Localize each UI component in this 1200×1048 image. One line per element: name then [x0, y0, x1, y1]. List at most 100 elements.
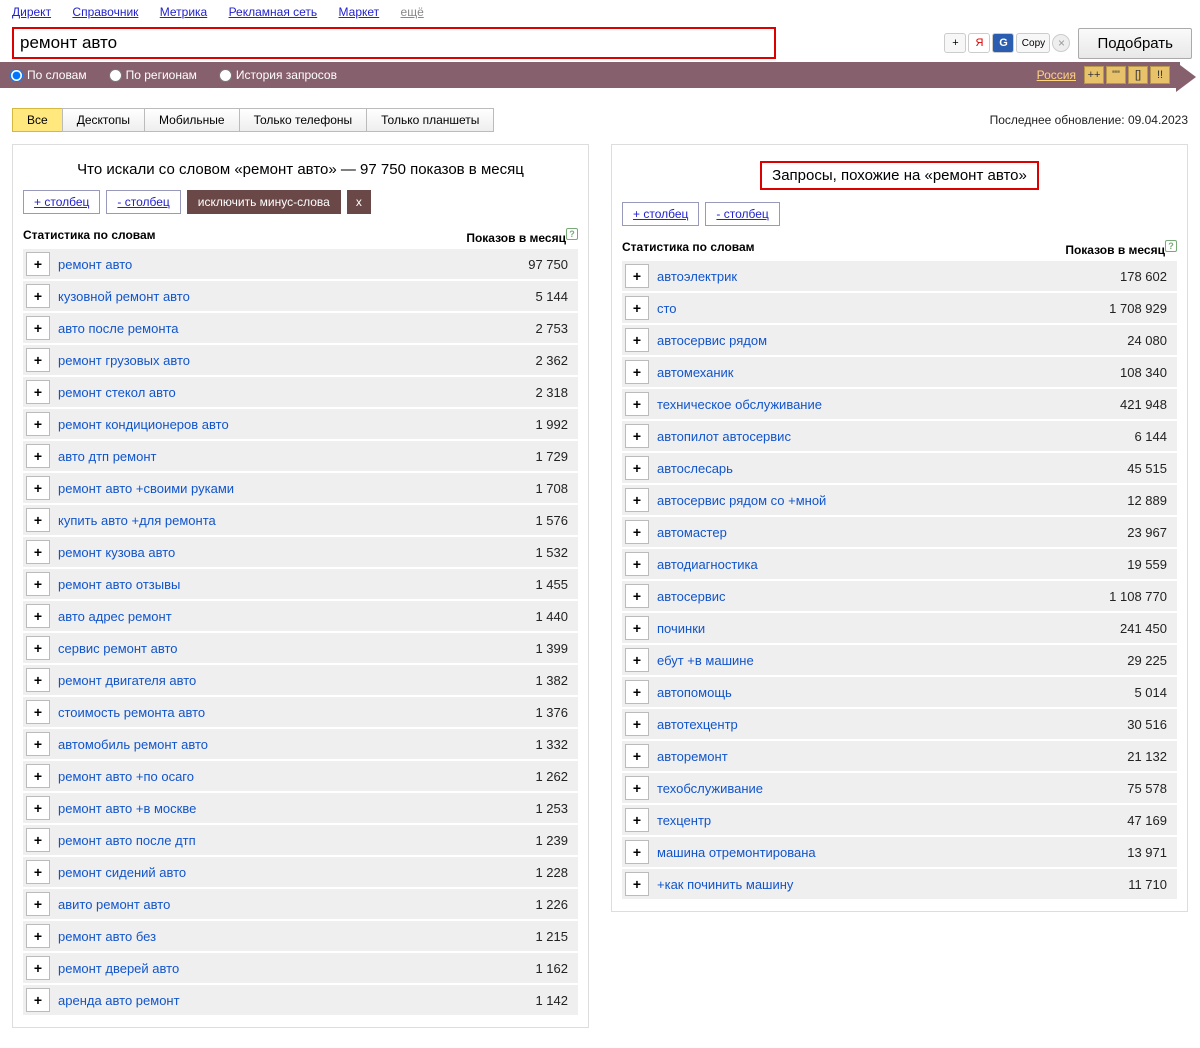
- expand-icon[interactable]: +: [26, 380, 50, 404]
- tab-tablets[interactable]: Только планшеты: [366, 108, 494, 132]
- keyword-link[interactable]: ремонт авто +в москве: [58, 801, 535, 816]
- expand-icon[interactable]: +: [625, 296, 649, 320]
- expand-icon[interactable]: +: [625, 360, 649, 384]
- expand-icon[interactable]: +: [26, 540, 50, 564]
- keyword-link[interactable]: ремонт авто после дтп: [58, 833, 535, 848]
- keyword-link[interactable]: кузовной ремонт авто: [58, 289, 535, 304]
- keyword-link[interactable]: автомеханик: [657, 365, 1120, 380]
- keyword-link[interactable]: автотехцентр: [657, 717, 1127, 732]
- keyword-link[interactable]: автосервис рядом: [657, 333, 1127, 348]
- keyword-link[interactable]: техническое обслуживание: [657, 397, 1120, 412]
- keyword-link[interactable]: техцентр: [657, 813, 1127, 828]
- keyword-link[interactable]: сервис ремонт авто: [58, 641, 535, 656]
- expand-icon[interactable]: +: [26, 956, 50, 980]
- keyword-link[interactable]: автопомощь: [657, 685, 1134, 700]
- expand-icon[interactable]: +: [625, 424, 649, 448]
- keyword-link[interactable]: автопилот автосервис: [657, 429, 1134, 444]
- expand-icon[interactable]: +: [26, 572, 50, 596]
- radio-history[interactable]: История запросов: [219, 68, 337, 82]
- keyword-link[interactable]: автодиагностика: [657, 557, 1127, 572]
- keyword-link[interactable]: авто дтп ремонт: [58, 449, 535, 464]
- expand-icon[interactable]: +: [26, 508, 50, 532]
- left-add-column-button[interactable]: + столбец: [23, 190, 100, 214]
- op-quotes-button[interactable]: "": [1106, 66, 1126, 84]
- expand-icon[interactable]: +: [625, 264, 649, 288]
- keyword-link[interactable]: авито ремонт авто: [58, 897, 535, 912]
- region-link[interactable]: Россия: [1037, 68, 1076, 82]
- keyword-link[interactable]: +как починить машину: [657, 877, 1128, 892]
- keyword-link[interactable]: аренда авто ремонт: [58, 993, 535, 1008]
- keyword-link[interactable]: ремонт авто: [58, 257, 528, 272]
- expand-icon[interactable]: +: [625, 520, 649, 544]
- nav-ad-network[interactable]: Рекламная сеть: [229, 5, 318, 19]
- expand-icon[interactable]: +: [26, 860, 50, 884]
- expand-icon[interactable]: +: [26, 476, 50, 500]
- tab-desktops[interactable]: Десктопы: [62, 108, 145, 132]
- expand-icon[interactable]: +: [625, 616, 649, 640]
- keyword-link[interactable]: машина отремонтирована: [657, 845, 1127, 860]
- expand-icon[interactable]: +: [625, 680, 649, 704]
- expand-icon[interactable]: +: [26, 316, 50, 340]
- keyword-link[interactable]: ремонт кондиционеров авто: [58, 417, 535, 432]
- expand-icon[interactable]: +: [625, 808, 649, 832]
- expand-icon[interactable]: +: [26, 412, 50, 436]
- expand-icon[interactable]: +: [26, 892, 50, 916]
- radio-by-regions[interactable]: По регионам: [109, 68, 197, 82]
- tab-all[interactable]: Все: [12, 108, 63, 132]
- expand-icon[interactable]: +: [26, 444, 50, 468]
- expand-icon[interactable]: +: [625, 744, 649, 768]
- expand-icon[interactable]: +: [26, 284, 50, 308]
- expand-icon[interactable]: +: [625, 712, 649, 736]
- keyword-link[interactable]: ремонт двигателя авто: [58, 673, 535, 688]
- right-remove-column-button[interactable]: - столбец: [705, 202, 779, 226]
- nav-spravochnik[interactable]: Справочник: [72, 5, 138, 19]
- keyword-link[interactable]: ремонт авто без: [58, 929, 535, 944]
- expand-icon[interactable]: +: [26, 252, 50, 276]
- nav-more[interactable]: ещё: [401, 5, 424, 19]
- keyword-link[interactable]: ремонт дверей авто: [58, 961, 535, 976]
- expand-icon[interactable]: +: [26, 604, 50, 628]
- expand-icon[interactable]: +: [26, 636, 50, 660]
- keyword-link[interactable]: автоэлектрик: [657, 269, 1120, 284]
- tab-phones[interactable]: Только телефоны: [239, 108, 368, 132]
- left-remove-column-button[interactable]: - столбец: [106, 190, 180, 214]
- expand-icon[interactable]: +: [625, 776, 649, 800]
- keyword-link[interactable]: ебут +в машине: [657, 653, 1127, 668]
- exclude-close-button[interactable]: x: [347, 190, 371, 214]
- keyword-link[interactable]: ремонт авто +своими руками: [58, 481, 535, 496]
- expand-icon[interactable]: +: [625, 456, 649, 480]
- nav-direct[interactable]: Директ: [12, 5, 51, 19]
- keyword-link[interactable]: ремонт грузовых авто: [58, 353, 535, 368]
- expand-icon[interactable]: +: [26, 732, 50, 756]
- yandex-icon[interactable]: Я: [968, 33, 990, 53]
- expand-icon[interactable]: +: [26, 668, 50, 692]
- expand-icon[interactable]: +: [625, 488, 649, 512]
- keyword-link[interactable]: техобслуживание: [657, 781, 1127, 796]
- keyword-link[interactable]: авторемонт: [657, 749, 1127, 764]
- radio-by-words[interactable]: По словам: [10, 68, 87, 82]
- expand-icon[interactable]: +: [26, 796, 50, 820]
- expand-icon[interactable]: +: [625, 552, 649, 576]
- keyword-link[interactable]: ремонт кузова авто: [58, 545, 535, 560]
- expand-icon[interactable]: +: [625, 584, 649, 608]
- keyword-link[interactable]: автомобиль ремонт авто: [58, 737, 535, 752]
- keyword-link[interactable]: ремонт авто +по осаго: [58, 769, 535, 784]
- copy-button[interactable]: Copy: [1016, 33, 1050, 53]
- keyword-link[interactable]: автослесарь: [657, 461, 1127, 476]
- expand-icon[interactable]: +: [26, 988, 50, 1012]
- keyword-link[interactable]: автомастер: [657, 525, 1127, 540]
- op-brackets-button[interactable]: []: [1128, 66, 1148, 84]
- expand-icon[interactable]: +: [26, 764, 50, 788]
- google-icon[interactable]: G: [992, 33, 1014, 53]
- expand-icon[interactable]: +: [625, 328, 649, 352]
- expand-icon[interactable]: +: [625, 392, 649, 416]
- keyword-link[interactable]: ремонт авто отзывы: [58, 577, 535, 592]
- keyword-link[interactable]: ремонт стекол авто: [58, 385, 535, 400]
- nav-metrika[interactable]: Метрика: [160, 5, 207, 19]
- nav-market[interactable]: Маркет: [339, 5, 380, 19]
- keyword-link[interactable]: починки: [657, 621, 1120, 636]
- keyword-link[interactable]: автосервис рядом со +мной: [657, 493, 1127, 508]
- keyword-link[interactable]: сто: [657, 301, 1109, 316]
- keyword-link[interactable]: купить авто +для ремонта: [58, 513, 535, 528]
- expand-icon[interactable]: +: [625, 648, 649, 672]
